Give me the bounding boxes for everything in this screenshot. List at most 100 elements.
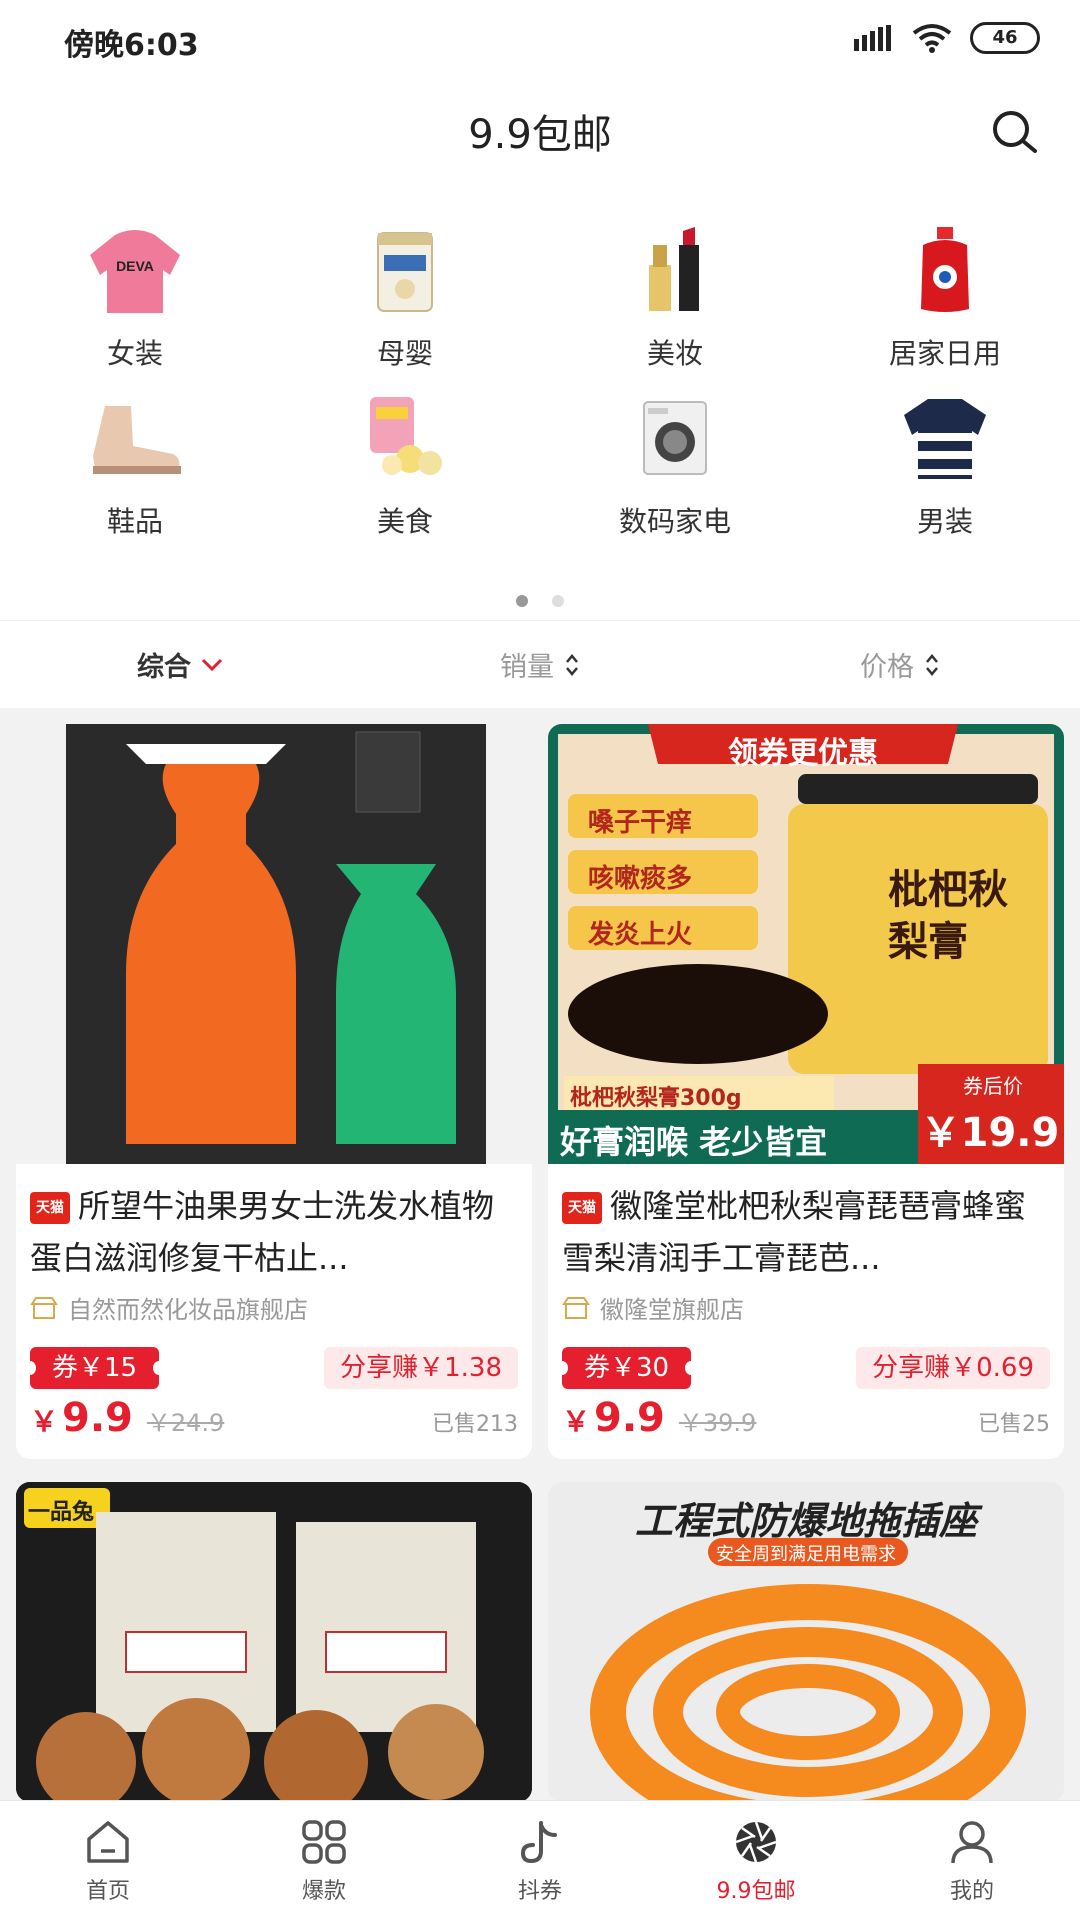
tab-nine-nine[interactable]: 9.9包邮	[648, 1801, 864, 1920]
coupon-badge[interactable]: 券￥30	[555, 1347, 698, 1389]
svg-text:DEVA: DEVA	[116, 258, 154, 274]
tab-label: 抖券	[517, 1878, 562, 1904]
milk-powder-icon	[350, 220, 460, 320]
banner-tag: 发炎上火	[588, 920, 693, 950]
aperture-icon	[735, 1821, 777, 1862]
product-title-text: 徽隆堂枇杷秋梨膏琵琶膏蜂蜜雪梨清润手工膏琵芭...	[562, 1187, 1027, 1277]
after-coupon-price: ￥19.9	[920, 1110, 1060, 1156]
product-card[interactable]: 领券更优惠 嗓子干痒 咳嗽痰多 发炎上火 枇杷秋梨膏 枇杷秋梨膏300g 好膏润…	[548, 724, 1064, 1459]
sweater-icon	[890, 388, 1000, 488]
price-row: ￥ 9.9 ￥24.9 已售213	[30, 1395, 518, 1459]
lipstick-icon	[620, 220, 730, 320]
tab-me[interactable]: 我的	[864, 1801, 1080, 1920]
page-dot	[552, 595, 564, 607]
page-indicator	[0, 595, 1080, 607]
share-earn-badge[interactable]: 分享赚￥0.69	[856, 1347, 1050, 1389]
douyin-icon	[520, 1820, 557, 1863]
category-makeup[interactable]: 美妆	[540, 220, 810, 388]
status-bar: 傍晚6:03 46	[0, 0, 1080, 80]
battery-icon: 46	[970, 22, 1040, 54]
profile-icon	[951, 1820, 993, 1863]
nav-bar: 9.9包邮	[0, 80, 1080, 190]
home-icon	[87, 1820, 129, 1863]
sort-bar: 综合 销量 价格	[0, 620, 1080, 708]
product-title: 天猫 徽隆堂枇杷秋梨膏琵琶膏蜂蜜雪梨清润手工膏琵芭...	[562, 1180, 1050, 1284]
grid-icon	[302, 1819, 346, 1864]
tmall-badge: 天猫	[30, 1192, 70, 1224]
tab-hot[interactable]: 爆款	[216, 1801, 432, 1920]
search-icon	[993, 111, 1037, 153]
category-food[interactable]: 美食	[270, 388, 540, 556]
page-dot-active	[516, 595, 528, 607]
sort-price[interactable]: 价格	[720, 621, 1080, 708]
product-image: 一品兔	[16, 1482, 532, 1802]
category-label: 母婴	[376, 337, 433, 370]
sort-label: 综合	[137, 652, 191, 683]
category-grid: DEVA 女装 母婴 美妆 居家日用 鞋品 美食 数码家电 男装	[0, 220, 1080, 556]
banner-weight: 枇杷秋梨膏300g	[570, 1086, 742, 1111]
after-coupon-label: 券后价	[963, 1074, 1023, 1098]
chevron-down-icon	[201, 658, 223, 671]
status-time: 傍晚6:03	[64, 28, 199, 63]
price-row: ￥ 9.9 ￥39.9 已售25	[562, 1395, 1050, 1459]
category-label: 美妆	[646, 337, 703, 370]
store-icon	[562, 1296, 590, 1319]
category-label: 男装	[916, 505, 973, 538]
banner-slogan: 好膏润喉 老少皆宜	[560, 1123, 828, 1161]
original-price: ￥24.9	[146, 1409, 225, 1437]
product-image: 领券更优惠 嗓子干痒 咳嗽痰多 发炎上火 枇杷秋梨膏 枇杷秋梨膏300g 好膏润…	[548, 724, 1064, 1164]
wifi-icon	[912, 24, 952, 53]
store-icon	[30, 1296, 58, 1319]
shop-name: 徽隆堂旗舰店	[600, 1296, 744, 1324]
search-button[interactable]	[982, 100, 1046, 164]
status-icons: 46	[854, 22, 1040, 54]
product-title: 天猫 所望牛油果男女士洗发水植物蛋白滋润修复干枯止...	[30, 1180, 518, 1284]
snack-icon	[350, 388, 460, 488]
sort-label: 销量	[500, 652, 554, 683]
product-title-text: 所望牛油果男女士洗发水植物蛋白滋润修复干枯止...	[30, 1187, 495, 1277]
washing-machine-icon	[620, 388, 730, 488]
sold-count: 已售213	[432, 1412, 518, 1437]
shop-row[interactable]: 徽隆堂旗舰店	[562, 1290, 1050, 1325]
category-shoes[interactable]: 鞋品	[0, 388, 270, 556]
tab-home[interactable]: 首页	[0, 1801, 216, 1920]
boot-icon	[80, 388, 190, 488]
category-label: 女装	[106, 337, 163, 370]
sort-arrows-icon	[566, 653, 578, 676]
product-image	[16, 724, 532, 1164]
banner-title: 工程式防爆地拖插座	[634, 1499, 977, 1543]
banner-tag: 咳嗽痰多	[588, 864, 693, 894]
category-label: 鞋品	[106, 505, 163, 538]
sort-arrows-icon	[926, 653, 938, 676]
tab-douyin[interactable]: 抖券	[432, 1801, 648, 1920]
sort-label: 价格	[860, 652, 914, 683]
price: 9.9	[594, 1395, 665, 1441]
product-card[interactable]: 天猫 所望牛油果男女士洗发水植物蛋白滋润修复干枯止... 自然而然化妆品旗舰店 券…	[16, 724, 532, 1459]
tab-label: 9.9包邮	[716, 1878, 796, 1904]
banner-subtitle: 安全周到满足用电需求	[716, 1544, 896, 1565]
category-men[interactable]: 男装	[810, 388, 1080, 556]
share-earn-badge[interactable]: 分享赚￥1.38	[324, 1347, 518, 1389]
page-title: 9.9包邮	[468, 112, 612, 158]
original-price: ￥39.9	[678, 1409, 757, 1437]
category-home[interactable]: 居家日用	[810, 220, 1080, 388]
tab-label: 爆款	[301, 1878, 346, 1904]
sort-sales[interactable]: 销量	[360, 621, 720, 708]
category-women[interactable]: DEVA 女装	[0, 220, 270, 388]
tab-label: 我的	[949, 1878, 994, 1904]
bottom-tab-bar: 首页 爆款 抖券 9.9包邮 我的	[0, 1800, 1080, 1920]
product-card[interactable]: 工程式防爆地拖插座 安全周到满足用电需求	[548, 1482, 1064, 1802]
coupon-badge[interactable]: 券￥15	[23, 1347, 166, 1389]
shop-row[interactable]: 自然而然化妆品旗舰店	[30, 1290, 518, 1325]
sort-comprehensive[interactable]: 综合	[0, 621, 360, 708]
banner-jar-text: 枇杷秋梨膏	[888, 866, 1008, 965]
detergent-icon	[890, 220, 1000, 320]
category-label: 美食	[376, 505, 433, 538]
sold-count: 已售25	[978, 1412, 1050, 1437]
product-card[interactable]: 一品兔	[16, 1482, 532, 1802]
shop-name: 自然而然化妆品旗舰店	[68, 1296, 308, 1324]
price: 9.9	[62, 1395, 133, 1441]
category-baby[interactable]: 母婴	[270, 220, 540, 388]
category-digital[interactable]: 数码家电	[540, 388, 810, 556]
banner-tag: 嗓子干痒	[588, 808, 693, 838]
